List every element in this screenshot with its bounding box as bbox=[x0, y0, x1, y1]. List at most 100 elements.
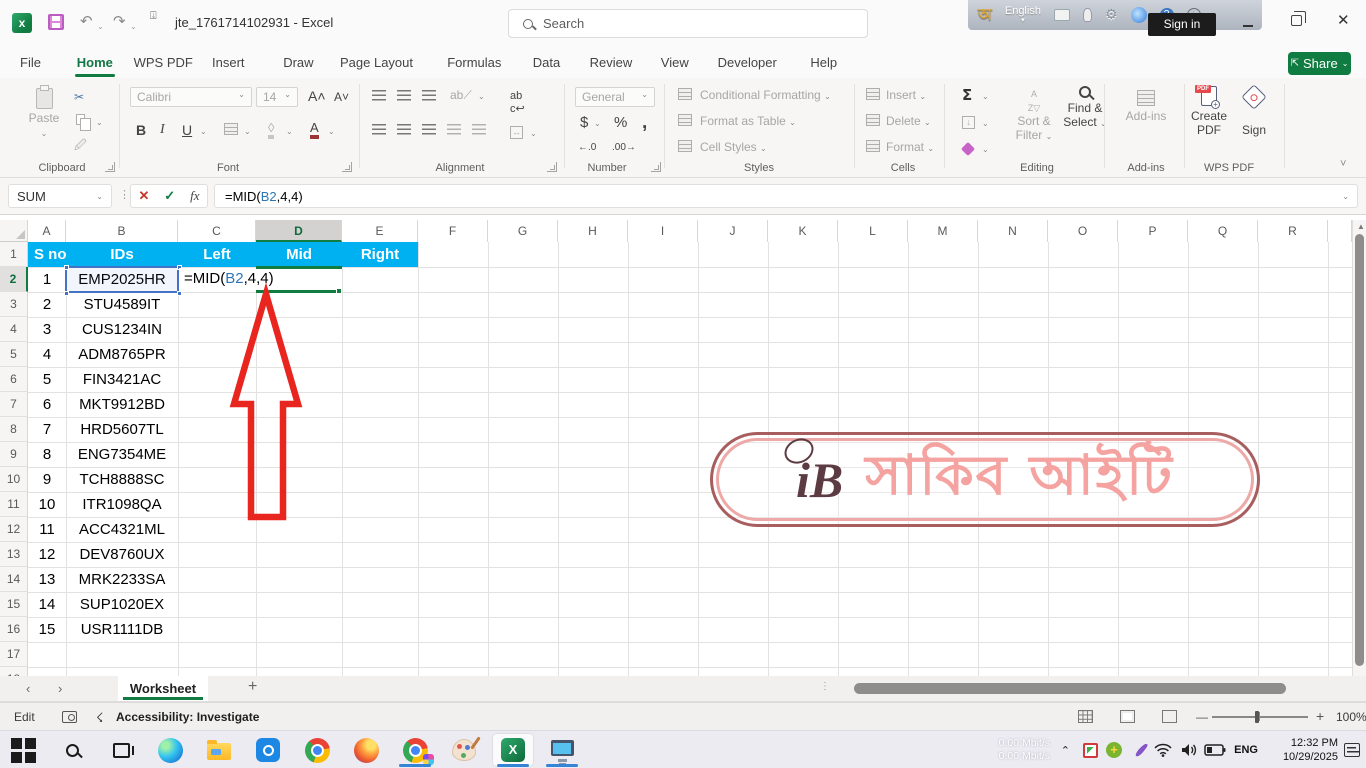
ribbon-tab-review[interactable]: Review bbox=[588, 52, 635, 73]
next-sheet-icon[interactable]: › bbox=[58, 681, 62, 696]
cell-A7[interactable]: 6 bbox=[28, 392, 66, 417]
cell-A2[interactable]: 1 bbox=[28, 267, 66, 292]
cell-B11[interactable]: ITR1098QA bbox=[66, 492, 178, 517]
cell-B16[interactable]: USR1111DB bbox=[66, 617, 178, 642]
save-icon[interactable] bbox=[48, 14, 64, 30]
row-header-7[interactable]: 7 bbox=[0, 392, 28, 417]
zoom-out-icon[interactable]: — bbox=[1196, 710, 1208, 724]
row-header-11[interactable]: 11 bbox=[0, 492, 28, 517]
macro-record-icon[interactable] bbox=[62, 711, 77, 723]
fill-icon[interactable]: ↓ bbox=[962, 116, 975, 129]
insert-cells-button[interactable]: Insert ⌄ bbox=[886, 88, 926, 102]
row-header-15[interactable]: 15 bbox=[0, 592, 28, 617]
cell-A5[interactable]: 4 bbox=[28, 342, 66, 367]
prev-sheet-icon[interactable]: ‹ bbox=[26, 681, 30, 696]
column-header-H[interactable]: H bbox=[558, 220, 628, 242]
scroll-up-icon[interactable]: ▲ bbox=[1357, 222, 1365, 231]
feather-app-icon[interactable] bbox=[1134, 731, 1149, 768]
page-layout-view-icon[interactable] bbox=[1120, 710, 1135, 723]
restore-window-icon[interactable] bbox=[1291, 11, 1306, 26]
bottom-align-icon[interactable] bbox=[422, 90, 436, 101]
cell-B9[interactable]: ENG7354ME bbox=[66, 442, 178, 467]
ribbon-tab-page-layout[interactable]: Page Layout bbox=[338, 52, 415, 73]
cell-B13[interactable]: DEV8760UX bbox=[66, 542, 178, 567]
undo-icon[interactable]: ↶ bbox=[80, 12, 93, 30]
clear-icon[interactable] bbox=[960, 141, 976, 157]
excel-app-icon[interactable]: x bbox=[12, 13, 32, 33]
taskbar-display-app-icon[interactable] bbox=[541, 733, 583, 767]
cell-B12[interactable]: ACC4321ML bbox=[66, 517, 178, 542]
tab-scrollbar-splitter[interactable]: ⋮ bbox=[820, 681, 830, 692]
taskbar-chrome-icon[interactable] bbox=[296, 733, 338, 767]
delete-cells-button[interactable]: Delete ⌄ bbox=[886, 114, 931, 128]
cell-B3[interactable]: STU4589IT bbox=[66, 292, 178, 317]
page-break-view-icon[interactable] bbox=[1162, 710, 1177, 723]
ribbon-tab-home[interactable]: Home bbox=[74, 52, 116, 77]
cell-A9[interactable]: 8 bbox=[28, 442, 66, 467]
column-header-E[interactable]: E bbox=[342, 220, 418, 242]
copy-icon[interactable] bbox=[76, 114, 91, 131]
increase-decimal-icon[interactable]: ←.0 bbox=[578, 142, 596, 153]
copy-dropdown-icon[interactable]: ⌄ bbox=[96, 118, 103, 127]
taskbar-excel-icon[interactable]: X bbox=[492, 733, 534, 767]
format-cells-icon[interactable] bbox=[866, 140, 880, 152]
column-header-B[interactable]: B bbox=[66, 220, 178, 242]
taskbar-paint-icon[interactable] bbox=[443, 733, 485, 767]
center-icon[interactable] bbox=[397, 124, 411, 135]
360-security-icon[interactable]: + bbox=[1106, 731, 1122, 768]
cell-B14[interactable]: MRK2233SA bbox=[66, 567, 178, 592]
input-language-indicator[interactable]: ENG bbox=[1234, 731, 1258, 768]
decrease-indent-icon[interactable] bbox=[447, 124, 461, 135]
format-cells-button[interactable]: Format ⌄ bbox=[886, 140, 934, 154]
cell-styles-button[interactable]: Cell Styles ⌄ bbox=[700, 140, 767, 154]
horizontal-scroll-thumb[interactable] bbox=[854, 683, 1286, 694]
normal-view-icon[interactable] bbox=[1078, 710, 1093, 723]
merge-center-icon[interactable]: ↔ bbox=[510, 126, 523, 139]
row-header-18[interactable]: 18 bbox=[0, 667, 28, 676]
row-header-3[interactable]: 3 bbox=[0, 292, 28, 317]
formula-input[interactable]: =MID(B2,4,4) ⌄ bbox=[214, 184, 1358, 208]
avro-keyboard-icon[interactable]: অ bbox=[978, 2, 992, 29]
align-left-icon[interactable] bbox=[372, 124, 386, 135]
column-header-M[interactable]: M bbox=[908, 220, 978, 242]
create-pdf-button[interactable]: PDF + Create PDF bbox=[1186, 85, 1232, 137]
ribbon-tab-view[interactable]: View bbox=[659, 52, 691, 73]
conditional-formatting-icon[interactable] bbox=[678, 88, 692, 100]
conditional-formatting-button[interactable]: Conditional Formatting ⌄ bbox=[700, 88, 831, 102]
decrease-decimal-icon[interactable]: .00→ bbox=[612, 142, 636, 153]
column-header-K[interactable]: K bbox=[768, 220, 838, 242]
ribbon-tab-file[interactable]: File bbox=[18, 52, 43, 73]
underline-button[interactable]: U bbox=[182, 122, 192, 138]
redo-icon[interactable]: ↷ bbox=[113, 12, 126, 30]
row-header-6[interactable]: 6 bbox=[0, 367, 28, 392]
cell-A4[interactable]: 3 bbox=[28, 317, 66, 342]
italic-button[interactable]: I bbox=[160, 122, 165, 138]
autosum-icon[interactable]: Σ bbox=[962, 86, 972, 104]
undo-dropdown-icon[interactable]: ⌄ bbox=[97, 22, 104, 31]
clock[interactable]: 12:32 PM 10/29/2025 bbox=[1268, 731, 1338, 768]
vertical-scrollbar[interactable]: ▲ bbox=[1352, 220, 1366, 676]
column-header-D[interactable]: D bbox=[256, 220, 342, 242]
column-header-F[interactable]: F bbox=[418, 220, 488, 242]
ribbon-tab-insert[interactable]: Insert bbox=[210, 52, 247, 73]
fill-color-dropdown-icon[interactable]: ⌄ bbox=[286, 127, 293, 136]
sort-filter-button[interactable]: A Z▽ Sort & Filter ⌄ bbox=[1008, 86, 1060, 143]
row-header-17[interactable]: 17 bbox=[0, 642, 28, 667]
accessibility-status[interactable]: Accessibility: Investigate bbox=[116, 710, 259, 724]
column-header-J[interactable]: J bbox=[698, 220, 768, 242]
zoom-slider-track[interactable] bbox=[1212, 716, 1308, 718]
taskbar-file-explorer-icon[interactable] bbox=[198, 733, 240, 767]
taskbar-screen-recorder-icon[interactable] bbox=[247, 733, 289, 767]
format-painter-icon[interactable]: 🖉 bbox=[74, 136, 87, 157]
header-cell[interactable]: Left bbox=[178, 242, 256, 267]
format-as-table-icon[interactable] bbox=[678, 114, 692, 126]
cell-A11[interactable]: 10 bbox=[28, 492, 66, 517]
cell-B8[interactable]: HRD5607TL bbox=[66, 417, 178, 442]
orientation-dropdown-icon[interactable]: ⌄ bbox=[478, 92, 485, 101]
row-header-12[interactable]: 12 bbox=[0, 517, 28, 542]
borders-dropdown-icon[interactable]: ⌄ bbox=[244, 127, 251, 136]
taskbar-task-view-icon[interactable] bbox=[100, 733, 142, 767]
cell-A10[interactable]: 9 bbox=[28, 467, 66, 492]
find-select-button[interactable]: Find & Select ⌄ bbox=[1060, 86, 1110, 129]
fill-dropdown-icon[interactable]: ⌄ bbox=[982, 119, 989, 128]
